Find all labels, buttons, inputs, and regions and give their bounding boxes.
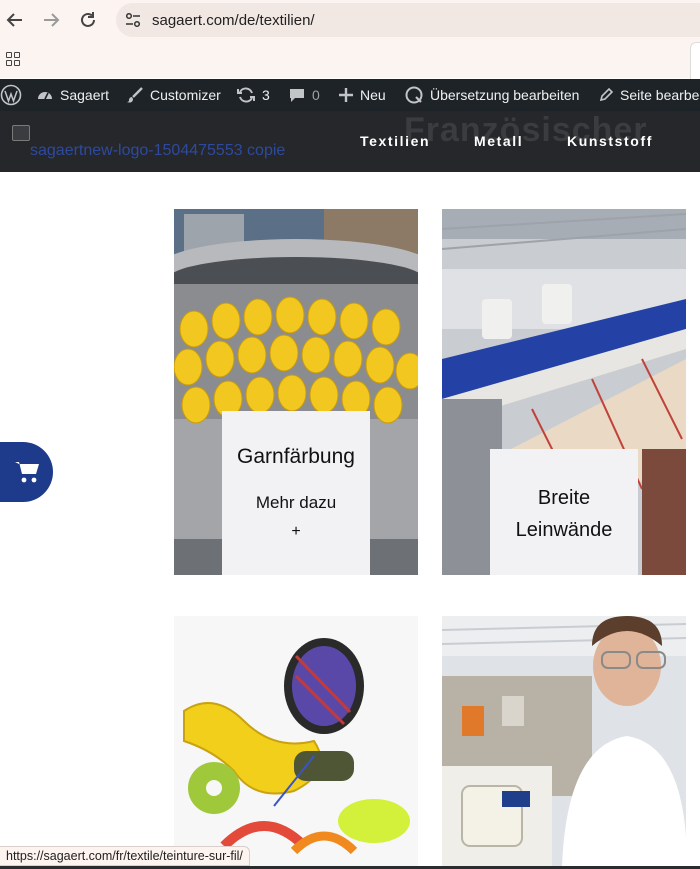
pencil-icon [599,87,614,102]
sewing-workshop-photo [442,616,686,866]
card-label-box: Breite Leinwände [490,449,638,575]
site-settings-icon[interactable] [124,11,142,29]
shopping-cart-icon [14,462,39,483]
nav-item-kunststoff[interactable]: Kunststoff [567,133,653,149]
address-bar[interactable]: sagaert.com/de/textilien/ [116,3,700,37]
wp-admin-bar: Sagaert Customizer 3 0 Neu Übersetzung b… [0,79,700,111]
admin-customizer-link[interactable]: Customizer [126,79,221,111]
card-ropes[interactable] [174,616,418,866]
admin-translate-link[interactable]: Übersetzung bearbeiten [404,79,579,111]
card-title-line-2: Leinwände [515,519,613,541]
plus-icon[interactable]: + [222,523,370,541]
card-sewing[interactable] [442,616,686,866]
card-label-box: Garnfärbung Mehr dazu + [222,411,370,575]
card-title: Garnfärbung [237,445,355,468]
card-title-line-1: Breite [537,487,591,509]
admin-comments-link[interactable]: 0 [288,79,320,111]
card-garnfaerbung[interactable]: Garnfärbung Mehr dazu + [174,209,418,575]
cart-button[interactable] [0,442,53,502]
wordpress-logo-icon[interactable] [0,79,22,111]
url-text[interactable]: sagaert.com/de/textilien/ [152,12,315,29]
site-header: Französischer sagaertnew-logo-1504475553… [0,111,700,172]
nav-item-textilien[interactable]: Textilien [360,133,430,149]
translate-icon [405,86,423,104]
updates-icon [237,87,255,103]
back-arrow-icon[interactable] [4,9,26,31]
admin-updates-link[interactable]: 3 [236,79,270,111]
comment-icon [290,89,304,102]
plus-icon [339,88,353,102]
ropes-photo [174,616,418,866]
status-url-tooltip: https://sagaert.com/fr/textile/teinture-… [0,846,250,866]
bookmarks-bar [0,40,700,78]
card-breite-leinwaende[interactable]: Breite Leinwände [442,209,686,575]
paintbrush-icon [127,87,143,103]
admin-new-link[interactable]: Neu [338,79,386,111]
more-link[interactable]: Mehr dazu [222,493,370,513]
reload-icon[interactable] [77,9,99,31]
broken-image-icon [12,125,30,141]
admin-edit-page-link[interactable]: Seite bearbeiten [598,79,700,111]
dashboard-icon [38,92,52,100]
nav-item-metall[interactable]: Metall [474,133,523,149]
admin-site-link[interactable]: Sagaert [36,79,109,111]
site-logo-link[interactable]: sagaertnew-logo-1504475553 copie [30,142,285,160]
browser-toolbar: sagaert.com/de/textilien/ [0,0,700,40]
forward-arrow-icon[interactable] [40,9,62,31]
apps-grid-icon[interactable] [6,52,20,66]
